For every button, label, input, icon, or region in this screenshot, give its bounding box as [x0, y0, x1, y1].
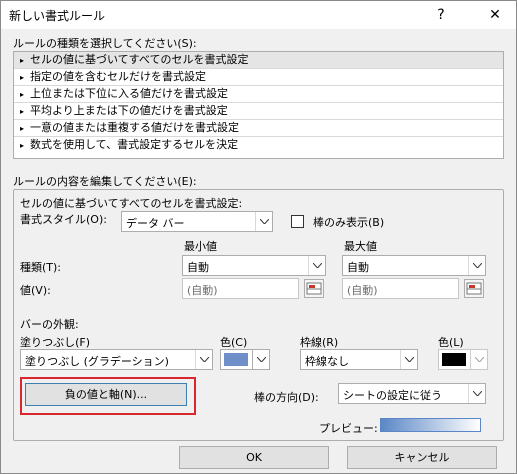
- cancel-button[interactable]: キャンセル: [347, 446, 497, 469]
- negative-value-axis-button[interactable]: 負の値と軸(N)...: [25, 383, 187, 406]
- border-select[interactable]: 枠線なし: [300, 349, 418, 370]
- bar-direction-select[interactable]: シートの設定に従う: [338, 383, 486, 404]
- border-value: 枠線なし: [305, 355, 349, 368]
- max-type-value: 自動: [347, 261, 369, 274]
- preview-bar: [380, 418, 481, 432]
- bullet-icon: ▸: [20, 73, 25, 82]
- bar-appearance-label: バーの外観:: [20, 318, 79, 331]
- chevron-down-icon: [468, 384, 485, 403]
- bullet-icon: ▸: [20, 56, 25, 65]
- bar-direction-value: シートの設定に従う: [343, 389, 442, 402]
- rule-type-item[interactable]: ▸ 平均より上または下の値だけを書式設定: [14, 103, 503, 120]
- border-color-picker[interactable]: [438, 349, 488, 370]
- fill-color-picker[interactable]: [220, 349, 270, 370]
- min-value-text: (自動): [187, 284, 218, 297]
- rule-edit-heading: セルの値に基づいてすべてのセルを書式設定:: [20, 197, 243, 210]
- fill-select[interactable]: 塗りつぶし (グラデーション): [20, 349, 213, 370]
- chevron-down-icon: [195, 350, 212, 369]
- border-color-swatch: [442, 353, 466, 366]
- bullet-icon: ▸: [20, 141, 25, 150]
- close-button[interactable]: ✕: [475, 1, 515, 29]
- rule-edit-group: セルの値に基づいてすべてのセルを書式設定: 書式スタイル(O): データ バー …: [13, 189, 504, 441]
- fill-color-label: 色(C): [220, 336, 248, 349]
- new-format-rule-dialog: 新しい書式ルール ? ✕ ルールの種類を選択してください(S): ▸ セルの値に基…: [0, 0, 517, 474]
- help-button[interactable]: ?: [421, 1, 461, 29]
- chevron-down-icon: [470, 350, 487, 369]
- rule-type-item-label: セルの値に基づいてすべてのセルを書式設定: [30, 53, 249, 66]
- rule-type-item-label: 指定の値を含むセルだけを書式設定: [30, 70, 206, 83]
- title-bar: 新しい書式ルール ? ✕: [1, 1, 516, 29]
- rule-type-item-label: 上位または下位に入る値だけを書式設定: [30, 87, 228, 100]
- rule-type-item-label: 数式を使用して、書式設定するセルを決定: [30, 138, 239, 151]
- rule-type-item[interactable]: ▸ 一意の値または重複する値だけを書式設定: [14, 120, 503, 137]
- min-value-input[interactable]: (自動): [182, 278, 299, 299]
- format-style-label: 書式スタイル(O):: [20, 213, 107, 226]
- min-label: 最小値: [184, 240, 217, 253]
- chevron-down-icon: [308, 256, 325, 275]
- rule-type-list[interactable]: ▸ セルの値に基づいてすべてのセルを書式設定 ▸ 指定の値を含むセルだけを書式設定 …: [13, 51, 504, 159]
- max-value-text: (自動): [347, 284, 378, 297]
- ok-button[interactable]: OK: [179, 446, 329, 469]
- rule-type-label: ルールの種類を選択してください(S):: [13, 37, 197, 50]
- rule-type-item-label: 平均より上または下の値だけを書式設定: [30, 104, 228, 117]
- max-type-select[interactable]: 自動: [342, 255, 486, 276]
- cell-picker-icon[interactable]: [304, 279, 324, 298]
- bar-direction-label: 棒の方向(D):: [254, 391, 319, 404]
- bullet-icon: ▸: [20, 124, 25, 133]
- rule-type-item[interactable]: ▸ 数式を使用して、書式設定するセルを決定: [14, 137, 503, 154]
- format-style-select[interactable]: データ バー: [121, 211, 273, 232]
- rule-type-item-label: 一意の値または重複する値だけを書式設定: [30, 121, 239, 134]
- type-label: 種類(T):: [20, 261, 62, 274]
- dialog-title: 新しい書式ルール: [9, 9, 106, 23]
- value-label: 値(V):: [20, 284, 51, 297]
- rule-type-item[interactable]: ▸ 上位または下位に入る値だけを書式設定: [14, 86, 503, 103]
- show-bar-only-label: 棒のみ表示(B): [313, 216, 385, 229]
- bullet-icon: ▸: [20, 90, 25, 99]
- min-type-select[interactable]: 自動: [182, 255, 326, 276]
- rule-type-item[interactable]: ▸ セルの値に基づいてすべてのセルを書式設定: [14, 52, 503, 69]
- rule-type-item[interactable]: ▸ 指定の値を含むセルだけを書式設定: [14, 69, 503, 86]
- bullet-icon: ▸: [20, 107, 25, 116]
- border-label: 枠線(R): [300, 336, 339, 349]
- border-color-label: 色(L): [438, 336, 464, 349]
- max-value-input[interactable]: (自動): [342, 278, 459, 299]
- show-bar-only-checkbox[interactable]: [291, 215, 304, 228]
- chevron-down-icon: [252, 350, 269, 369]
- fill-label: 塗りつぶし(F): [20, 336, 91, 349]
- rule-edit-label: ルールの内容を編集してください(E):: [13, 175, 197, 188]
- cell-picker-icon[interactable]: [464, 279, 484, 298]
- max-label: 最大値: [344, 240, 377, 253]
- chevron-down-icon: [255, 212, 272, 231]
- format-style-value: データ バー: [126, 217, 185, 230]
- fill-color-swatch: [224, 353, 248, 366]
- chevron-down-icon: [468, 256, 485, 275]
- min-type-value: 自動: [187, 261, 209, 274]
- chevron-down-icon: [400, 350, 417, 369]
- fill-value: 塗りつぶし (グラデーション): [25, 355, 169, 368]
- preview-label: プレビュー:: [319, 422, 378, 435]
